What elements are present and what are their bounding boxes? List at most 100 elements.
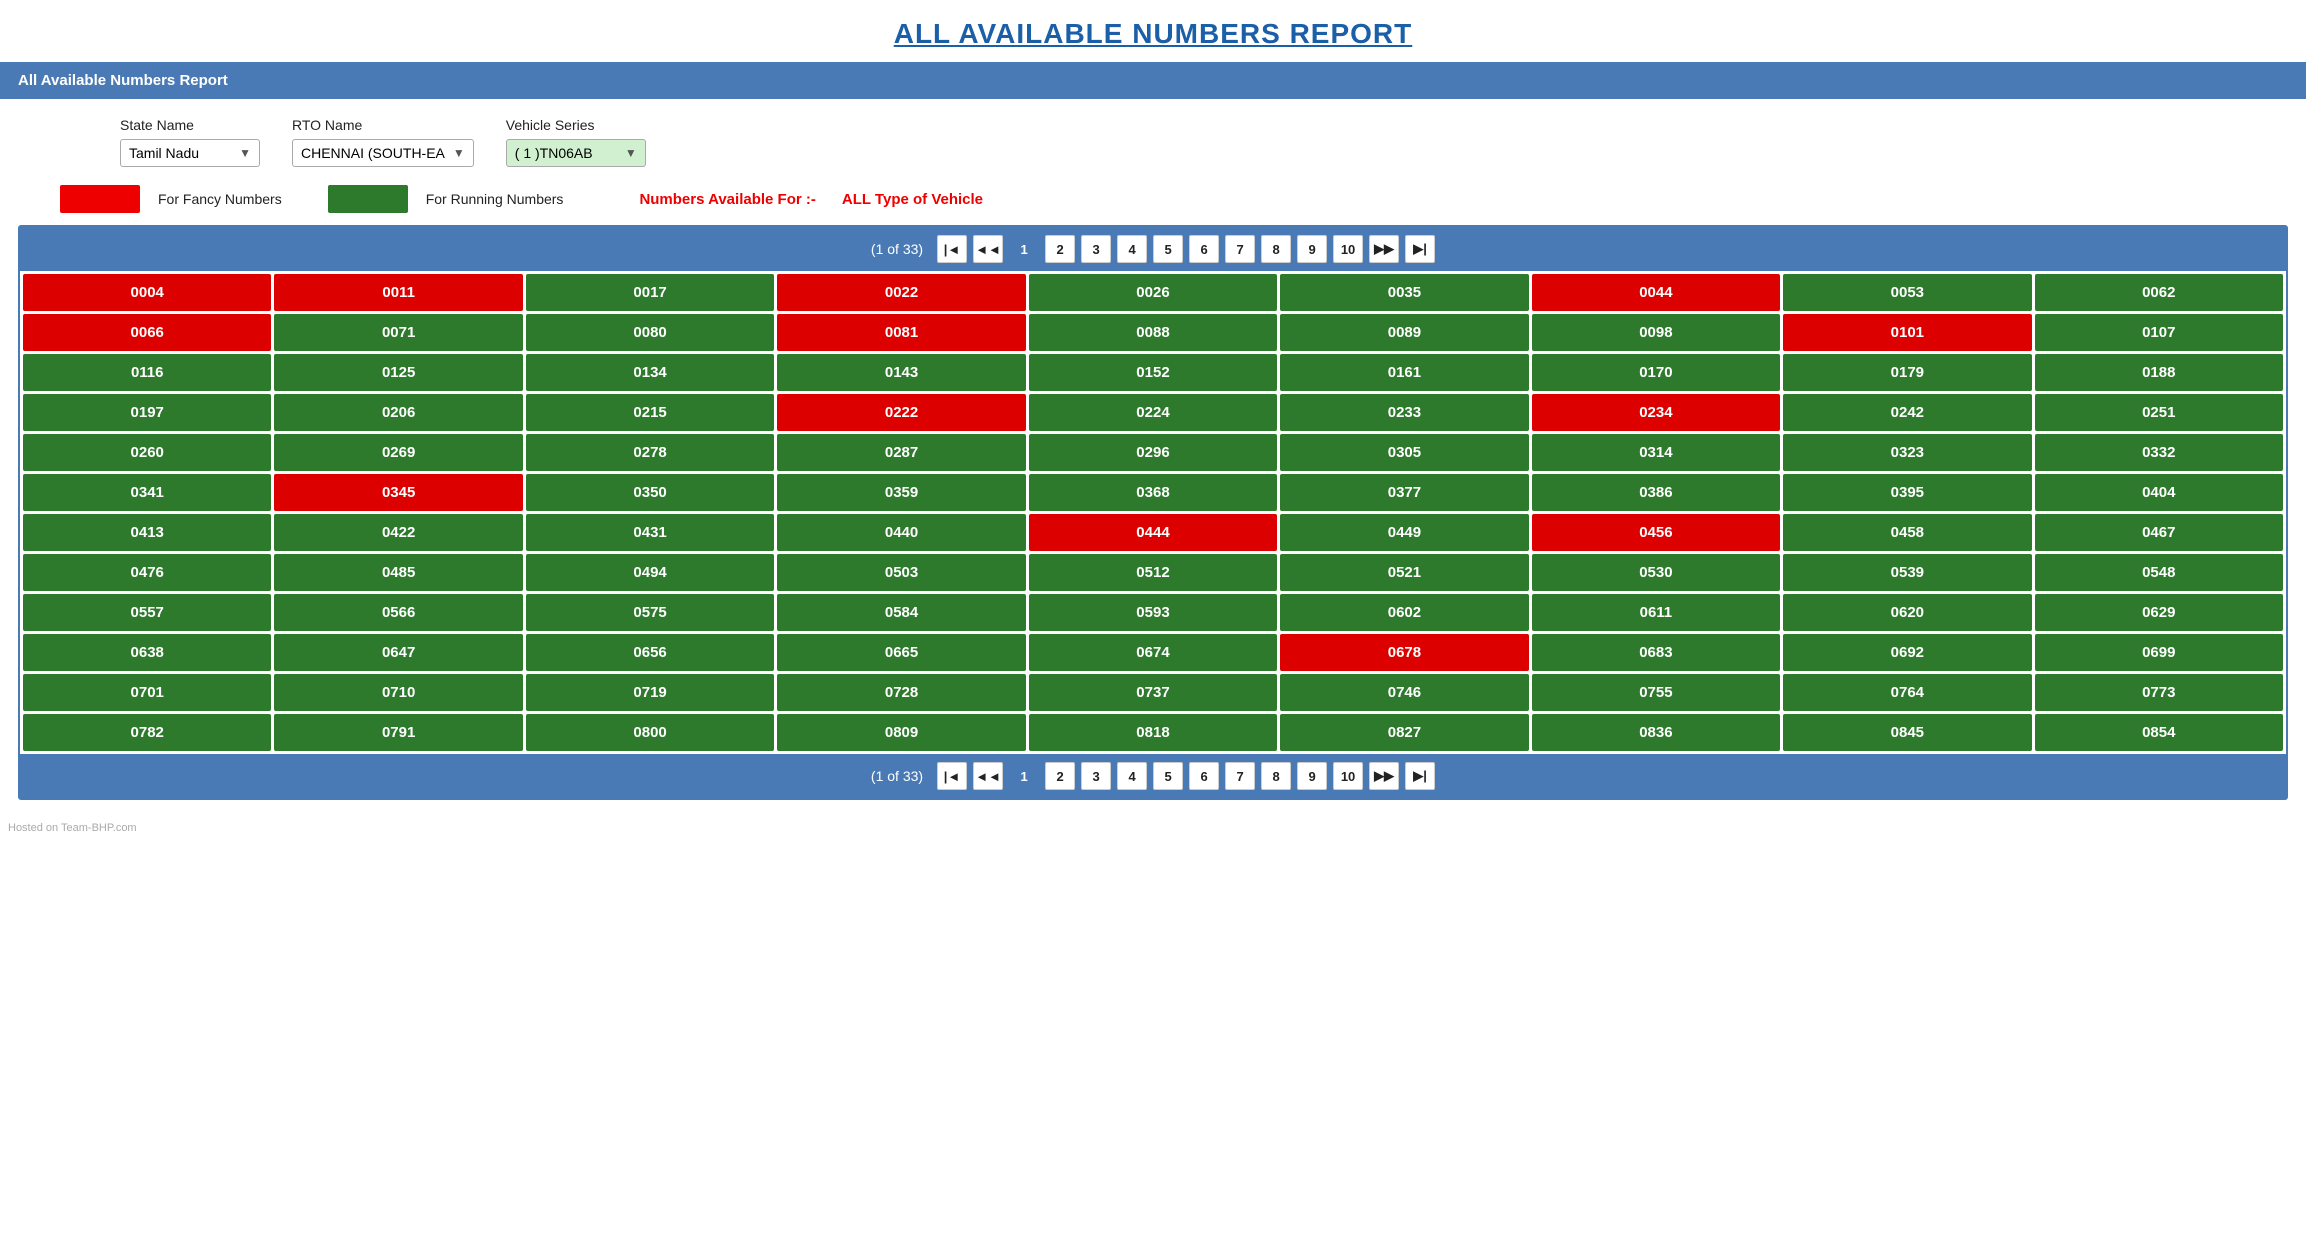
number-cell[interactable]: 0476 (23, 554, 271, 591)
number-cell[interactable]: 0224 (1029, 394, 1277, 431)
state-select[interactable]: Tamil Nadu ▼ (120, 139, 260, 167)
number-cell[interactable]: 0251 (2035, 394, 2283, 431)
number-cell[interactable]: 0305 (1280, 434, 1528, 471)
number-cell[interactable]: 0011 (274, 274, 522, 311)
number-cell[interactable]: 0521 (1280, 554, 1528, 591)
number-cell[interactable]: 0044 (1532, 274, 1780, 311)
number-cell[interactable]: 0386 (1532, 474, 1780, 511)
number-cell[interactable]: 0827 (1280, 714, 1528, 751)
top-prev-button[interactable]: ◄◄ (973, 235, 1003, 263)
number-cell[interactable]: 0854 (2035, 714, 2283, 751)
number-cell[interactable]: 0269 (274, 434, 522, 471)
number-cell[interactable]: 0678 (1280, 634, 1528, 671)
bottom-last-button[interactable]: ▶| (1405, 762, 1435, 790)
number-cell[interactable]: 0449 (1280, 514, 1528, 551)
number-cell[interactable]: 0222 (777, 394, 1025, 431)
bottom-page-10-button[interactable]: 10 (1333, 762, 1363, 790)
number-cell[interactable]: 0377 (1280, 474, 1528, 511)
number-cell[interactable]: 0737 (1029, 674, 1277, 711)
number-cell[interactable]: 0287 (777, 434, 1025, 471)
bottom-prev-button[interactable]: ◄◄ (973, 762, 1003, 790)
bottom-page-6-button[interactable]: 6 (1189, 762, 1219, 790)
number-cell[interactable]: 0773 (2035, 674, 2283, 711)
bottom-page-4-button[interactable]: 4 (1117, 762, 1147, 790)
bottom-page-3-button[interactable]: 3 (1081, 762, 1111, 790)
number-cell[interactable]: 0170 (1532, 354, 1780, 391)
number-cell[interactable]: 0004 (23, 274, 271, 311)
number-cell[interactable]: 0440 (777, 514, 1025, 551)
top-page-10-button[interactable]: 10 (1333, 235, 1363, 263)
number-cell[interactable]: 0017 (526, 274, 774, 311)
number-cell[interactable]: 0746 (1280, 674, 1528, 711)
top-page-8-button[interactable]: 8 (1261, 235, 1291, 263)
number-cell[interactable]: 0629 (2035, 594, 2283, 631)
top-page-6-button[interactable]: 6 (1189, 235, 1219, 263)
number-cell[interactable]: 0647 (274, 634, 522, 671)
number-cell[interactable]: 0809 (777, 714, 1025, 751)
number-cell[interactable]: 0584 (777, 594, 1025, 631)
number-cell[interactable]: 0791 (274, 714, 522, 751)
number-cell[interactable]: 0710 (274, 674, 522, 711)
number-cell[interactable]: 0197 (23, 394, 271, 431)
number-cell[interactable]: 0530 (1532, 554, 1780, 591)
number-cell[interactable]: 0080 (526, 314, 774, 351)
number-cell[interactable]: 0101 (1783, 314, 2031, 351)
number-cell[interactable]: 0683 (1532, 634, 1780, 671)
number-cell[interactable]: 0620 (1783, 594, 2031, 631)
number-cell[interactable]: 0467 (2035, 514, 2283, 551)
number-cell[interactable]: 0602 (1280, 594, 1528, 631)
number-cell[interactable]: 0053 (1783, 274, 2031, 311)
number-cell[interactable]: 0512 (1029, 554, 1277, 591)
number-cell[interactable]: 0260 (23, 434, 271, 471)
number-cell[interactable]: 0611 (1532, 594, 1780, 631)
top-page-4-button[interactable]: 4 (1117, 235, 1147, 263)
number-cell[interactable]: 0089 (1280, 314, 1528, 351)
number-cell[interactable]: 0404 (2035, 474, 2283, 511)
number-cell[interactable]: 0116 (23, 354, 271, 391)
number-cell[interactable]: 0022 (777, 274, 1025, 311)
number-cell[interactable]: 0665 (777, 634, 1025, 671)
number-cell[interactable]: 0692 (1783, 634, 2031, 671)
number-cell[interactable]: 0800 (526, 714, 774, 751)
number-cell[interactable]: 0422 (274, 514, 522, 551)
bottom-page-7-button[interactable]: 7 (1225, 762, 1255, 790)
number-cell[interactable]: 0755 (1532, 674, 1780, 711)
number-cell[interactable]: 0413 (23, 514, 271, 551)
number-cell[interactable]: 0035 (1280, 274, 1528, 311)
top-page-5-button[interactable]: 5 (1153, 235, 1183, 263)
number-cell[interactable]: 0332 (2035, 434, 2283, 471)
number-cell[interactable]: 0395 (1783, 474, 2031, 511)
number-cell[interactable]: 0323 (1783, 434, 2031, 471)
number-cell[interactable]: 0161 (1280, 354, 1528, 391)
number-cell[interactable]: 0368 (1029, 474, 1277, 511)
number-cell[interactable]: 0143 (777, 354, 1025, 391)
number-cell[interactable]: 0062 (2035, 274, 2283, 311)
number-cell[interactable]: 0026 (1029, 274, 1277, 311)
top-last-button[interactable]: ▶| (1405, 235, 1435, 263)
top-next-button[interactable]: ▶▶ (1369, 235, 1399, 263)
number-cell[interactable]: 0071 (274, 314, 522, 351)
number-cell[interactable]: 0188 (2035, 354, 2283, 391)
bottom-page-5-button[interactable]: 5 (1153, 762, 1183, 790)
number-cell[interactable]: 0503 (777, 554, 1025, 591)
bottom-page-9-button[interactable]: 9 (1297, 762, 1327, 790)
number-cell[interactable]: 0179 (1783, 354, 2031, 391)
number-cell[interactable]: 0233 (1280, 394, 1528, 431)
top-first-button[interactable]: |◄ (937, 235, 967, 263)
number-cell[interactable]: 0234 (1532, 394, 1780, 431)
number-cell[interactable]: 0431 (526, 514, 774, 551)
number-cell[interactable]: 0107 (2035, 314, 2283, 351)
number-cell[interactable]: 0341 (23, 474, 271, 511)
number-cell[interactable]: 0314 (1532, 434, 1780, 471)
number-cell[interactable]: 0359 (777, 474, 1025, 511)
number-cell[interactable]: 0566 (274, 594, 522, 631)
number-cell[interactable]: 0444 (1029, 514, 1277, 551)
number-cell[interactable]: 0494 (526, 554, 774, 591)
bottom-page-8-button[interactable]: 8 (1261, 762, 1291, 790)
number-cell[interactable]: 0845 (1783, 714, 2031, 751)
number-cell[interactable]: 0557 (23, 594, 271, 631)
number-cell[interactable]: 0485 (274, 554, 522, 591)
number-cell[interactable]: 0575 (526, 594, 774, 631)
number-cell[interactable]: 0782 (23, 714, 271, 751)
bottom-page-2-button[interactable]: 2 (1045, 762, 1075, 790)
